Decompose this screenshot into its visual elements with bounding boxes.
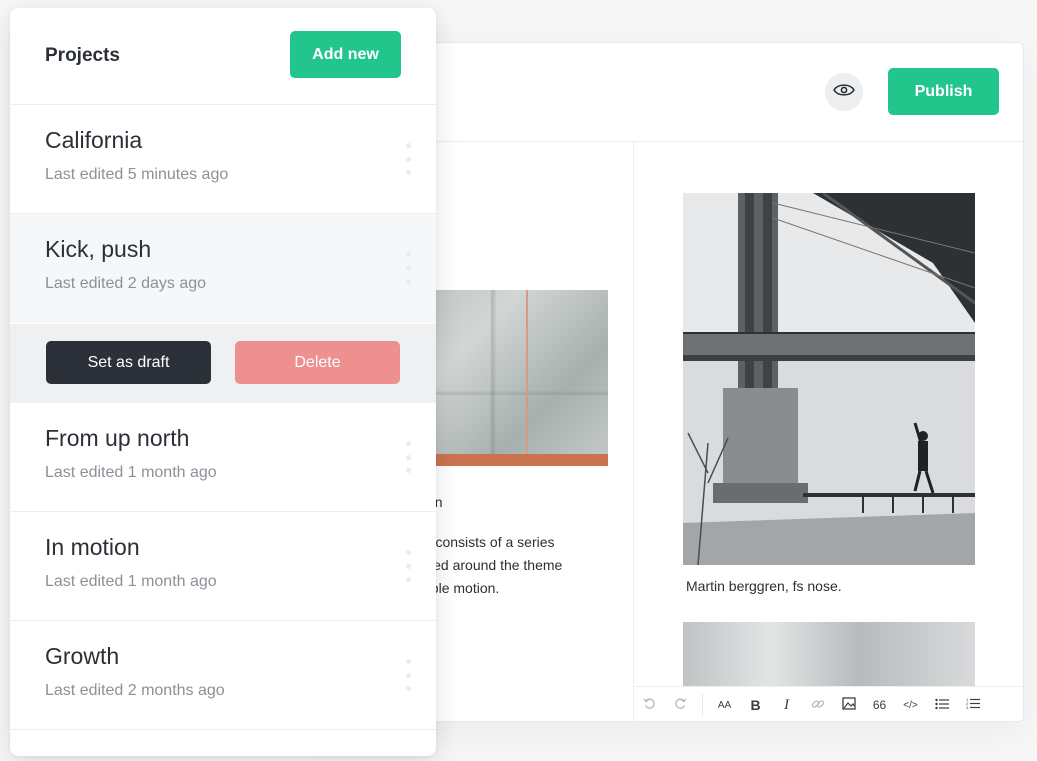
body-line: tion consists of a series: [409, 534, 555, 550]
italic-label: I: [784, 696, 789, 713]
more-options-icon[interactable]: [402, 143, 414, 175]
image-icon: [841, 697, 856, 713]
project-item-growth[interactable]: Growth Last edited 2 months ago: [10, 621, 436, 730]
project-meta: Last edited 2 days ago: [45, 275, 207, 292]
project-item-kick-push[interactable]: Kick, push Last edited 2 days ago: [10, 214, 436, 323]
projects-header: Projects Add new: [10, 8, 436, 105]
project-name: In motion: [45, 534, 140, 560]
svg-text:3: 3: [966, 705, 969, 710]
more-options-icon[interactable]: [402, 252, 414, 284]
column-divider: [633, 142, 634, 721]
body-line: ntered around the theme: [409, 557, 563, 573]
project-meta: Last edited 5 minutes ago: [45, 166, 229, 183]
project-actions: Set as draft Delete: [10, 324, 436, 403]
quote-label: 66: [872, 698, 887, 712]
undo-button[interactable]: [634, 687, 665, 722]
project-name: Kick, push: [45, 236, 152, 262]
more-options-icon[interactable]: [402, 659, 414, 691]
photo-rope: [526, 290, 528, 454]
bold-button[interactable]: B: [740, 687, 771, 722]
project-item-from-up-north[interactable]: From up north Last edited 1 month ago: [10, 403, 436, 512]
preview-image-caption: Martin berggren, fs nose.: [686, 578, 842, 594]
quote-button[interactable]: 66: [864, 687, 895, 722]
preview-image-secondary: [683, 622, 975, 692]
font-size-button[interactable]: AA: [709, 687, 740, 722]
project-meta: Last edited 1 month ago: [45, 573, 217, 590]
bullet-list-icon: [934, 698, 949, 713]
bold-label: B: [750, 697, 761, 713]
body-line: ollable motion.: [409, 580, 500, 596]
italic-button[interactable]: I: [771, 687, 802, 722]
project-meta: Last edited 1 month ago: [45, 464, 217, 481]
more-options-icon[interactable]: [402, 550, 414, 582]
project-name: California: [45, 127, 143, 153]
bullet-list-button[interactable]: [926, 687, 957, 722]
redo-icon: [674, 697, 687, 713]
font-size-label: AA: [717, 699, 732, 711]
set-as-draft-button[interactable]: Set as draft: [46, 341, 211, 384]
projects-panel: Projects Add new California Last edited …: [10, 8, 436, 756]
publish-button[interactable]: Publish: [888, 68, 999, 115]
preview-image: [683, 193, 975, 565]
delete-button[interactable]: Delete: [235, 341, 400, 384]
project-name: Growth: [45, 643, 120, 669]
more-options-icon[interactable]: [402, 441, 414, 473]
numbered-list-icon: 123: [966, 697, 980, 713]
image-button[interactable]: [833, 687, 864, 722]
undo-icon: [643, 697, 656, 713]
project-item-california[interactable]: California Last edited 5 minutes ago: [10, 105, 436, 214]
toolbar-separator: [702, 694, 703, 716]
format-toolbar: AA B I 66 </> 1 2 3: [634, 686, 1023, 722]
eye-icon: [833, 83, 855, 102]
preview-button[interactable]: [825, 73, 863, 111]
project-meta: Last edited 2 months ago: [45, 682, 225, 699]
link-button[interactable]: [802, 687, 833, 722]
project-item-in-motion[interactable]: In motion Last edited 1 month ago: [10, 512, 436, 621]
code-button[interactable]: </>: [895, 687, 926, 722]
project-name: From up north: [45, 425, 190, 451]
numbered-list-button[interactable]: 123: [957, 687, 988, 722]
document-body[interactable]: tion consists of a series ntered around …: [409, 531, 619, 600]
code-label: </>: [903, 699, 918, 711]
link-icon: [811, 697, 825, 714]
add-new-button[interactable]: Add new: [290, 31, 401, 78]
redo-button[interactable]: [665, 687, 696, 722]
projects-title: Projects: [45, 45, 120, 66]
